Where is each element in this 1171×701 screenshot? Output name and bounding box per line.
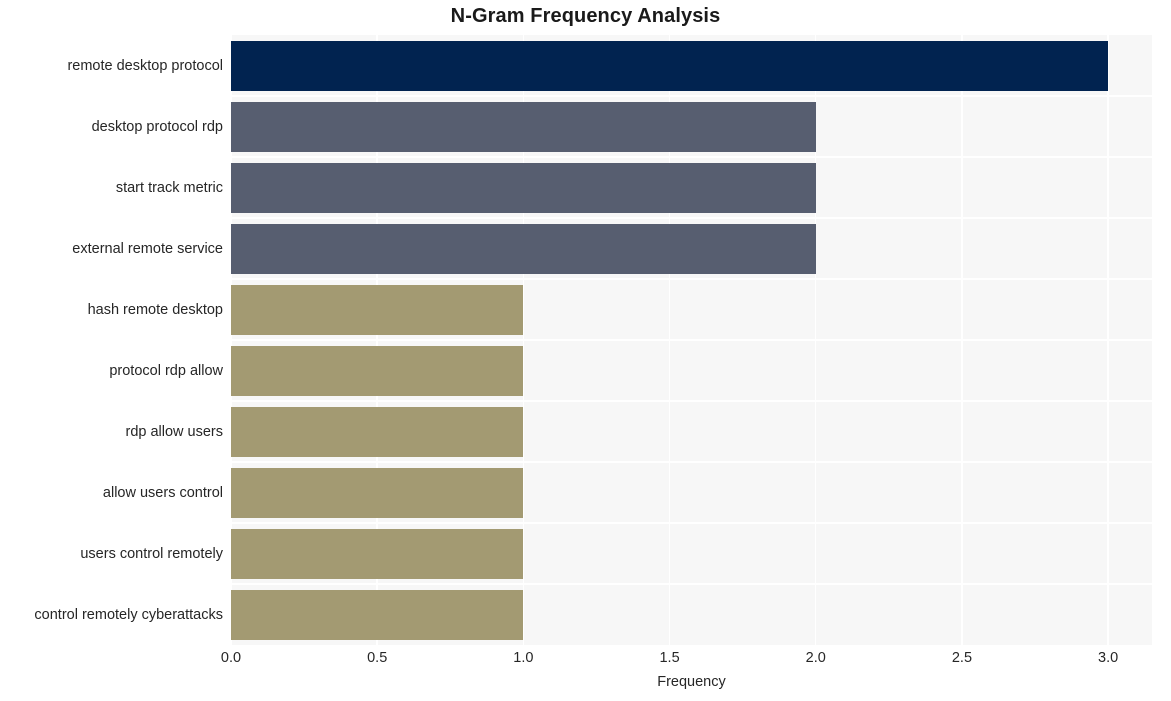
x-axis-tick-label: 1.0: [513, 650, 534, 666]
chart-title: N-Gram Frequency Analysis: [450, 5, 721, 27]
y-axis-tick-labels: remote desktop protocol desktop protocol …: [0, 35, 223, 645]
y-axis-tick-label: remote desktop protocol: [67, 57, 223, 74]
x-axis-title: Frequency: [657, 674, 726, 690]
gridline-horizontal-3: [231, 217, 1152, 219]
bar[interactable]: [231, 406, 524, 457]
gridline-horizontal-9: [231, 583, 1152, 585]
bar[interactable]: [231, 345, 524, 396]
x-axis-tick-label: 2.5: [951, 650, 973, 666]
gridline-horizontal-5: [231, 339, 1152, 341]
gridline-horizontal-1: [231, 95, 1152, 97]
bar[interactable]: [231, 589, 524, 640]
x-axis-tick-label: 3.0: [1098, 650, 1119, 666]
y-axis-tick-label: desktop protocol rdp: [91, 118, 223, 135]
x-axis-tick-label: 0.0: [220, 650, 242, 666]
gridline-horizontal-2: [231, 156, 1152, 158]
bar[interactable]: [231, 284, 524, 335]
y-axis-tick-label: allow users control: [102, 484, 223, 501]
y-axis-tick-label: start track metric: [115, 179, 223, 196]
x-axis-tick-labels: 0.0 0.5 1.0 1.5 2.0 2.5 3.0: [221, 645, 1152, 673]
y-axis-tick-label: hash remote desktop: [87, 301, 223, 318]
x-axis-tick-label: 1.5: [659, 650, 680, 666]
bar[interactable]: [231, 528, 524, 579]
x-axis-tick-label: 0.5: [367, 650, 388, 666]
y-axis-tick-label: rdp allow users: [125, 423, 223, 440]
bar[interactable]: [231, 223, 816, 274]
bar[interactable]: [231, 101, 816, 152]
gridline-horizontal-4: [231, 278, 1152, 280]
y-axis-tick-label: external remote service: [72, 240, 223, 257]
plot-area: [231, 35, 1152, 645]
gridline-horizontal-8: [231, 522, 1152, 524]
y-axis-tick-label: users control remotely: [80, 545, 223, 562]
y-axis-tick-label: control remotely cyberattacks: [34, 606, 223, 623]
bar[interactable]: [231, 467, 524, 518]
gridline-horizontal-6: [231, 400, 1152, 402]
bar[interactable]: [231, 40, 1109, 91]
y-axis-tick-label: protocol rdp allow: [109, 362, 223, 379]
bar[interactable]: [231, 162, 816, 213]
ngram-frequency-bar-chart: N-Gram Frequency Analysis remote desktop…: [0, 0, 1171, 701]
x-axis-tick-label: 2.0: [805, 650, 826, 666]
gridline-horizontal-7: [231, 461, 1152, 463]
